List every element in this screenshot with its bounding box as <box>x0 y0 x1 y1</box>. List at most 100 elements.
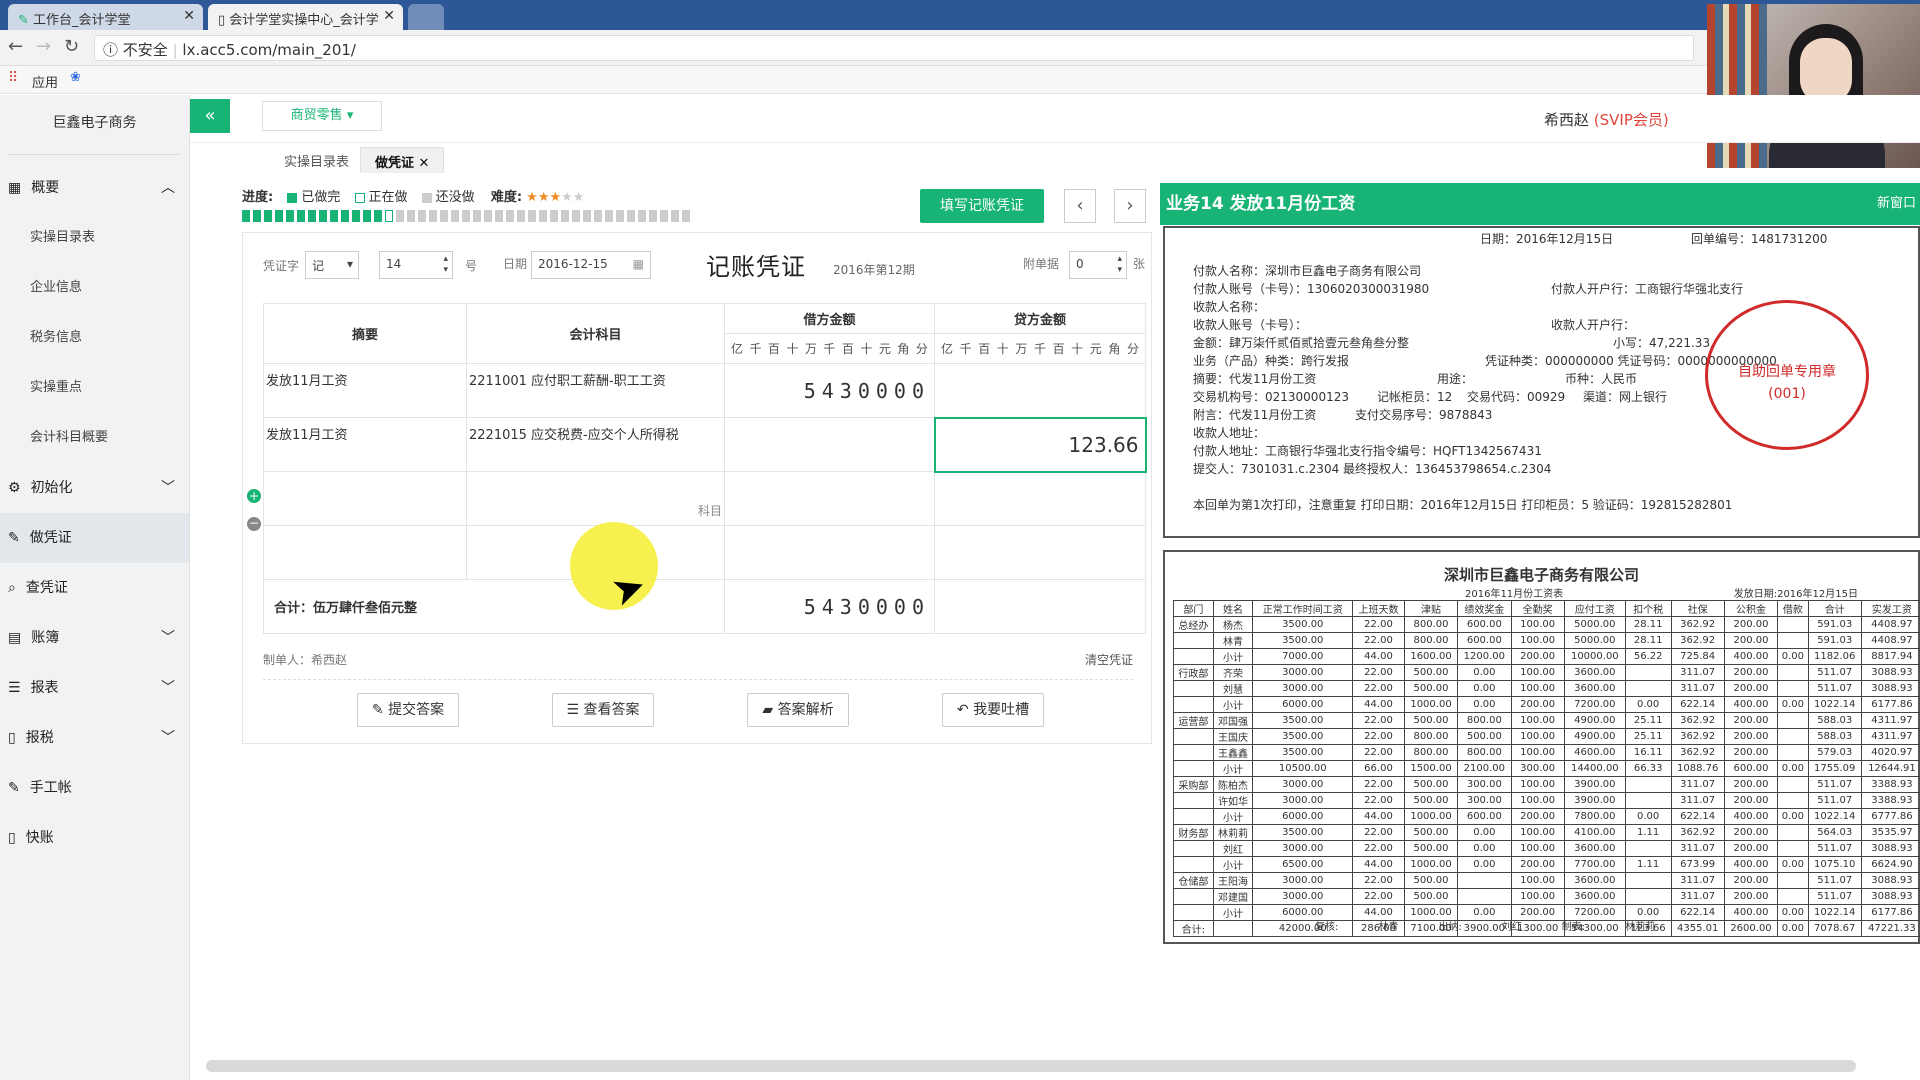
progress-segment[interactable] <box>451 210 459 222</box>
apps-label[interactable]: 应用 <box>32 72 58 91</box>
submit-answer-button[interactable]: ✎ 提交答案 <box>357 693 459 727</box>
progress-segment[interactable] <box>495 210 503 222</box>
progress-segment[interactable] <box>528 210 536 222</box>
progress-segment[interactable] <box>319 210 327 222</box>
progress-segment[interactable] <box>605 210 613 222</box>
collapse-sidebar-button[interactable]: « <box>190 99 230 133</box>
remove-row-icon[interactable]: − <box>247 517 261 531</box>
progress-segment[interactable] <box>429 210 437 222</box>
progress-segment[interactable] <box>440 210 448 222</box>
calendar-icon[interactable]: ▦ <box>633 257 644 271</box>
progress-segment[interactable] <box>462 210 470 222</box>
debit-cell[interactable] <box>724 525 935 580</box>
tab-practice-catalog[interactable]: 实操目录表 <box>270 147 363 173</box>
summary-cell[interactable] <box>263 471 467 526</box>
progress-segment[interactable] <box>308 210 316 222</box>
voucher-number-stepper[interactable]: 14 ▴ ▾ <box>379 251 453 279</box>
apps-grid-icon[interactable]: ⠿ <box>8 70 18 86</box>
summary-cell[interactable]: 发放11月工资 <box>263 363 467 418</box>
summary-cell[interactable]: 发放11月工资 <box>263 417 467 472</box>
sidebar-item-init[interactable]: ⚙ 初始化 ﹀ <box>0 463 189 513</box>
browser-tab-practice[interactable]: ▯ 会计学堂实操中心_会计学 ✕ <box>208 4 403 30</box>
sidebar-item-manual-ledger[interactable]: ✎ 手工帐 <box>0 763 189 813</box>
sidebar-item-tax-info[interactable]: 税务信息 <box>0 313 189 363</box>
credit-input-active[interactable]: 123.66 <box>933 416 1147 473</box>
fill-voucher-button[interactable]: 填写记账凭证 <box>920 189 1044 223</box>
progress-segment[interactable] <box>297 210 305 222</box>
sidebar-item-quick-account[interactable]: ▯ 快账 <box>0 813 189 863</box>
progress-segment[interactable] <box>330 210 338 222</box>
spinner-icon[interactable]: ▴ ▾ <box>1117 254 1122 276</box>
progress-segment[interactable] <box>649 210 657 222</box>
next-button[interactable]: › <box>1114 189 1146 223</box>
credit-cell[interactable] <box>934 525 1146 580</box>
sidebar-item-practice-catalog[interactable]: 实操目录表 <box>0 213 189 263</box>
account-cell[interactable]: 2221015 应交税费-应交个人所得税 <box>466 417 725 472</box>
progress-segment[interactable] <box>539 210 547 222</box>
close-tab-icon[interactable]: ✕ <box>383 8 395 24</box>
progress-segment[interactable] <box>396 210 404 222</box>
debit-cell[interactable]: 5430000 <box>724 363 935 418</box>
horizontal-scrollbar[interactable] <box>206 1060 1856 1072</box>
sidebar-item-reports[interactable]: ☰ 报表 ﹀ <box>0 663 189 713</box>
progress-segment[interactable] <box>374 210 382 222</box>
answer-analysis-button[interactable]: ▰ 答案解析 <box>747 693 849 727</box>
forward-icon[interactable]: → <box>36 36 51 57</box>
progress-segment[interactable] <box>407 210 415 222</box>
progress-segment[interactable] <box>627 210 635 222</box>
reload-icon[interactable]: ↻ <box>64 36 79 57</box>
new-window-link[interactable]: 新窗口 <box>1877 183 1916 225</box>
progress-segment[interactable] <box>286 210 294 222</box>
credit-cell[interactable] <box>934 471 1146 526</box>
progress-segment[interactable] <box>473 210 481 222</box>
back-icon[interactable]: ← <box>8 36 23 57</box>
progress-segment[interactable] <box>352 210 360 222</box>
progress-segment[interactable] <box>550 210 558 222</box>
prev-button[interactable]: ‹ <box>1064 189 1096 223</box>
progress-segment[interactable] <box>682 210 690 222</box>
progress-segment[interactable] <box>253 210 261 222</box>
debit-cell[interactable] <box>724 471 935 526</box>
progress-segment[interactable] <box>638 210 646 222</box>
progress-segment[interactable] <box>583 210 591 222</box>
progress-segment[interactable] <box>275 210 283 222</box>
progress-segment[interactable] <box>484 210 492 222</box>
sidebar-item-overview[interactable]: ▦ 概要 ︿ <box>0 163 189 213</box>
baidu-paw-icon[interactable]: ❀ <box>70 70 81 85</box>
progress-segment[interactable] <box>561 210 569 222</box>
progress-segment[interactable] <box>242 210 250 222</box>
close-icon[interactable]: ✕ <box>419 156 430 171</box>
progress-segment[interactable] <box>572 210 580 222</box>
browser-tab-workbench[interactable]: ✎ 工作台_会计学堂 ✕ <box>8 4 203 30</box>
sidebar-item-ledger[interactable]: ▤ 账簿 ﹀ <box>0 613 189 663</box>
add-row-icon[interactable]: + <box>247 489 261 503</box>
voucher-date-input[interactable]: 2016-12-15 ▦ <box>531 251 651 279</box>
debit-cell[interactable] <box>724 417 935 472</box>
sidebar-item-company-info[interactable]: 企业信息 <box>0 263 189 313</box>
user-info[interactable]: 希西赵 (SVIP会员) <box>1544 109 1669 130</box>
account-cell[interactable]: 科目 <box>466 471 725 526</box>
sidebar-item-query-voucher[interactable]: ⌕ 查凭证 <box>0 563 189 613</box>
progress-segment[interactable] <box>264 210 272 222</box>
spinner-icon[interactable]: ▴ ▾ <box>443 254 448 276</box>
sidebar-item-tax-filing[interactable]: ▯ 报税 ﹀ <box>0 713 189 763</box>
feedback-button[interactable]: ↶ 我要吐槽 <box>942 693 1044 727</box>
progress-segment[interactable] <box>660 210 668 222</box>
progress-segment[interactable] <box>341 210 349 222</box>
clear-voucher-link[interactable]: 清空凭证 <box>1085 651 1133 668</box>
view-answer-button[interactable]: ☰ 查看答案 <box>552 693 654 727</box>
summary-cell[interactable] <box>263 525 467 580</box>
progress-segment[interactable] <box>616 210 624 222</box>
attachment-count-stepper[interactable]: 0 ▴ ▾ <box>1069 251 1127 279</box>
progress-segment[interactable] <box>363 210 371 222</box>
address-bar[interactable]: ⓘ 不安全 | lx.acc5.com/main_201/ <box>94 35 1694 61</box>
progress-segment[interactable] <box>594 210 602 222</box>
progress-segment[interactable] <box>418 210 426 222</box>
voucher-type-select[interactable]: 记 ▾ <box>305 251 359 279</box>
close-tab-icon[interactable]: ✕ <box>183 8 195 24</box>
progress-segment[interactable] <box>385 210 393 222</box>
sidebar-item-make-voucher[interactable]: ✎ 做凭证 <box>0 513 189 563</box>
account-cell[interactable]: 2211001 应付职工薪酬-职工工资 <box>466 363 725 418</box>
industry-select[interactable]: 商贸零售 ▾ <box>262 101 382 131</box>
sidebar-item-account-overview[interactable]: 会计科目概要 <box>0 413 189 463</box>
